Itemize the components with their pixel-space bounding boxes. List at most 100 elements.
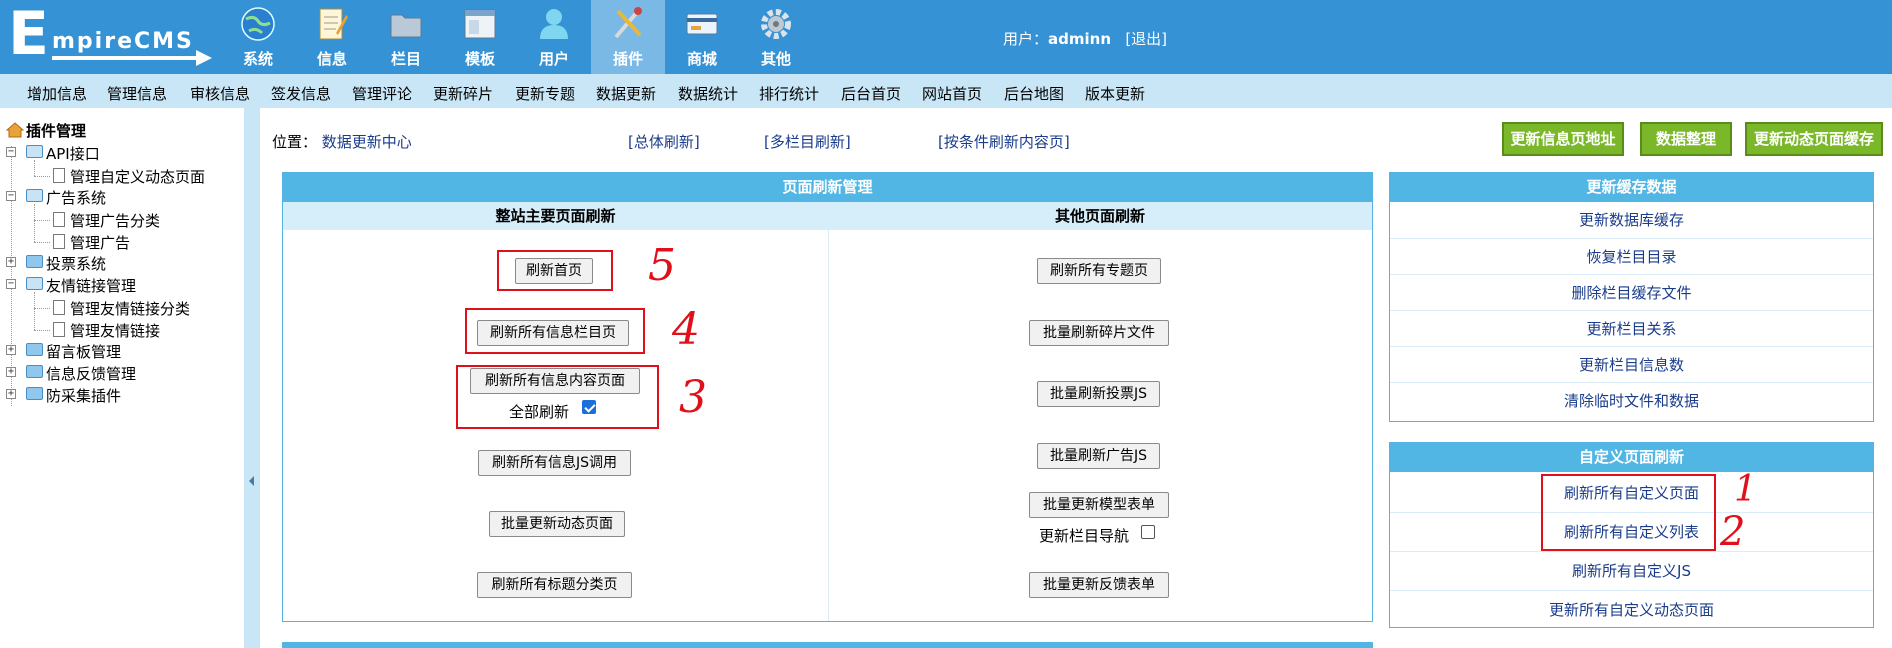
submenu-data-stats[interactable]: 数据统计 [678, 83, 738, 104]
tree-item-manage-ads[interactable]: 管理广告 [70, 232, 130, 253]
submenu-admin-home[interactable]: 后台首页 [841, 83, 901, 104]
nav-label: 插件 [612, 50, 643, 68]
nav-label: 用户 [538, 50, 569, 68]
collapse-toggle[interactable]: − [6, 191, 16, 201]
update-column-info-count-link[interactable]: 更新栏目信息数 [1390, 346, 1873, 382]
tree-item-anti-collect[interactable]: 防采集插件 [46, 385, 121, 406]
clear-temp-files-link[interactable]: 清除临时文件和数据 [1390, 382, 1873, 418]
nav-template[interactable]: 模板 [443, 0, 517, 74]
submenu-update-topics[interactable]: 更新专题 [515, 83, 575, 104]
logo-text: mpireCMS [52, 29, 194, 54]
logo-letter: E [8, 0, 49, 69]
expand-toggle[interactable]: + [6, 345, 16, 355]
page-icon [53, 168, 65, 183]
refresh-all-topic-pages-button[interactable]: 刷新所有专题页 [1037, 258, 1161, 284]
folder-icon [390, 14, 422, 38]
restore-column-dirs-link[interactable]: 恢复栏目目录 [1390, 238, 1873, 274]
collapse-toggle[interactable]: − [6, 279, 16, 289]
batch-update-dynamic-pages-button[interactable]: 批量更新动态页面 [489, 511, 625, 537]
empirecms-logo[interactable]: E mpireCMS [8, 4, 213, 66]
tree-item-ad-category[interactable]: 管理广告分类 [70, 210, 160, 231]
tree-line [34, 330, 50, 331]
batch-refresh-ad-js-button[interactable]: 批量刷新广告JS [1037, 443, 1160, 469]
submenu-site-home[interactable]: 网站首页 [922, 83, 982, 104]
panel-title: 更新缓存数据 [1390, 173, 1873, 202]
tree-item-manage-links[interactable]: 管理友情链接 [70, 320, 160, 341]
user-label: 用户： [1003, 30, 1049, 48]
nav-plugin[interactable]: 插件 [591, 0, 665, 74]
multi-column-refresh-link[interactable]: [多栏目刷新] [764, 131, 851, 152]
logo-underline [52, 56, 200, 60]
delete-column-cache-link[interactable]: 删除栏目缓存文件 [1390, 274, 1873, 310]
update-column-nav-checkbox[interactable] [1141, 525, 1155, 539]
tree-root[interactable]: 插件管理 [26, 120, 86, 141]
logout-link[interactable]: [退出] [1125, 30, 1167, 48]
batch-refresh-fragment-files-button[interactable]: 批量刷新碎片文件 [1029, 320, 1169, 346]
submenu-manage-info[interactable]: 管理信息 [107, 83, 167, 104]
tree-line [34, 204, 35, 242]
folder-icon [26, 365, 43, 378]
folder-icon [26, 343, 43, 356]
gear-icon [761, 9, 791, 39]
overall-refresh-link[interactable]: [总体刷新] [628, 131, 700, 152]
window-icon [464, 9, 496, 39]
sidebar-splitter[interactable] [244, 108, 260, 648]
update-column-relations-link[interactable]: 更新栏目关系 [1390, 310, 1873, 346]
batch-update-model-forms-button[interactable]: 批量更新模型表单 [1029, 492, 1169, 518]
tree-line [34, 220, 50, 221]
data-cleanup-button[interactable]: 数据整理 [1640, 122, 1732, 156]
update-info-url-button[interactable]: 更新信息页地址 [1502, 122, 1624, 156]
annotation-box [456, 365, 659, 429]
location-link[interactable]: 数据更新中心 [322, 133, 412, 151]
tree-item-friend-links[interactable]: 友情链接管理 [46, 275, 136, 296]
submenu-admin-map[interactable]: 后台地图 [1004, 83, 1064, 104]
nav-user[interactable]: 用户 [517, 0, 591, 74]
tree-item-guestbook[interactable]: 留言板管理 [46, 341, 121, 362]
submenu-manage-comments[interactable]: 管理评论 [352, 83, 412, 104]
update-db-cache-link[interactable]: 更新数据库缓存 [1390, 202, 1873, 238]
submenu-audit-info[interactable]: 审核信息 [190, 83, 250, 104]
nav-column[interactable]: 栏目 [369, 0, 443, 74]
tree-item-api[interactable]: API接口 [46, 143, 100, 164]
submenu-update-fragments[interactable]: 更新碎片 [433, 83, 493, 104]
batch-update-feedback-forms-button[interactable]: 批量更新反馈表单 [1029, 572, 1169, 598]
refresh-all-custom-js-link[interactable]: 刷新所有自定义JS [1390, 551, 1873, 590]
left-column-header: 整站主要页面刷新 [283, 202, 828, 230]
panel-title: 自定义页面刷新 [1390, 443, 1873, 472]
tree-line [34, 308, 50, 309]
submenu-version-update[interactable]: 版本更新 [1085, 83, 1145, 104]
submenu-rank-stats[interactable]: 排行统计 [759, 83, 819, 104]
tree-item-ad-system[interactable]: 广告系统 [46, 187, 106, 208]
nav-info[interactable]: 信息 [295, 0, 369, 74]
submenu-add-info[interactable]: 增加信息 [27, 83, 87, 104]
collapse-toggle[interactable]: − [6, 147, 16, 157]
expand-toggle[interactable]: + [6, 367, 16, 377]
right-column-header: 其他页面刷新 [828, 202, 1372, 230]
page-icon [53, 212, 65, 227]
refresh-all-js-button[interactable]: 刷新所有信息JS调用 [478, 450, 631, 476]
tree-item-feedback[interactable]: 信息反馈管理 [46, 363, 136, 384]
conditional-refresh-link[interactable]: [按条件刷新内容页] [938, 131, 1070, 152]
tree-item-vote-system[interactable]: 投票系统 [46, 253, 106, 274]
nav-system[interactable]: 系统 [221, 0, 295, 74]
expand-toggle[interactable]: + [6, 257, 16, 267]
update-cache-panel: 更新缓存数据 更新数据库缓存 恢复栏目目录 删除栏目缓存文件 更新栏目关系 更新… [1389, 172, 1874, 422]
annotation-number: 1 [1734, 469, 1757, 510]
nav-shop[interactable]: 商城 [665, 0, 739, 74]
submenu-data-update[interactable]: 数据更新 [596, 83, 656, 104]
folder-icon [26, 255, 43, 268]
tree-item-manage-custom-dynamic-page[interactable]: 管理自定义动态页面 [70, 166, 205, 187]
collapse-arrow-icon[interactable] [249, 476, 254, 486]
submenu-sign-info[interactable]: 签发信息 [271, 83, 331, 104]
tree-line [34, 292, 35, 330]
tree-item-link-category[interactable]: 管理友情链接分类 [70, 298, 190, 319]
breadcrumb: 位置： 数据更新中心 [272, 131, 412, 152]
batch-refresh-vote-js-button[interactable]: 批量刷新投票JS [1037, 381, 1160, 407]
update-all-custom-dynamic-pages-link[interactable]: 更新所有自定义动态页面 [1390, 590, 1873, 628]
panel-title: 页面刷新管理 [283, 173, 1372, 202]
update-dynamic-cache-button[interactable]: 更新动态页面缓存 [1745, 122, 1883, 156]
nav-other[interactable]: 其他 [739, 0, 813, 74]
expand-toggle[interactable]: + [6, 389, 16, 399]
refresh-title-category-pages-button[interactable]: 刷新所有标题分类页 [477, 572, 632, 598]
nav-label: 系统 [242, 50, 273, 68]
